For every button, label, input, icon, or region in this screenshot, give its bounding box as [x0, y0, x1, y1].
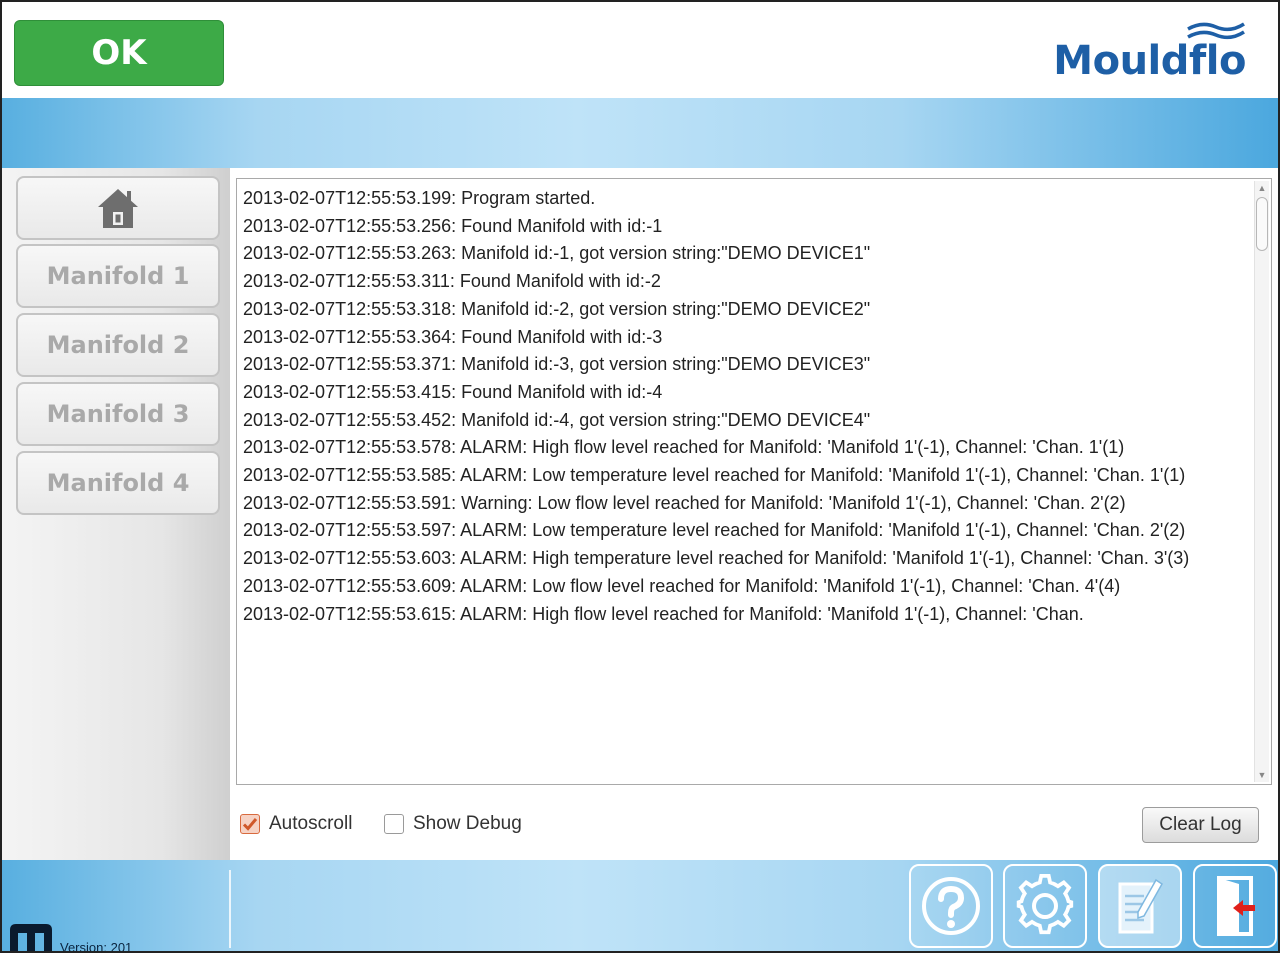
- autoscroll-label: Autoscroll: [269, 813, 353, 834]
- sidebar-item-manifold-2[interactable]: Manifold 2: [16, 313, 220, 377]
- home-icon: [98, 189, 138, 228]
- version-label: Version: 201: [60, 940, 133, 953]
- log-line: 2013-02-07T12:55:53.256: Found Manifold …: [243, 215, 663, 236]
- scroll-down-icon[interactable]: ▼: [1255, 768, 1269, 782]
- show-debug-box-icon[interactable]: [384, 814, 404, 834]
- autoscroll-check-icon[interactable]: [240, 814, 260, 834]
- title-band: [2, 98, 1278, 168]
- app-window: OK Mouldflo Manifold 1 Manifold 2 Manifo…: [0, 0, 1280, 953]
- sidebar-item-manifold-4[interactable]: Manifold 4: [16, 451, 220, 515]
- help-icon: [922, 877, 980, 935]
- log-line: 2013-02-07T12:55:53.364: Found Manifold …: [243, 326, 663, 347]
- log-line: 2013-02-07T12:55:53.578: ALARM: High flo…: [243, 437, 1125, 458]
- log-list: 2013-02-07T12:55:53.199: Program started…: [243, 185, 1247, 628]
- log-line: 2013-02-07T12:55:53.603: ALARM: High tem…: [243, 548, 1190, 569]
- footer-bar: Version: 201: [2, 860, 1278, 953]
- autoscroll-checkbox[interactable]: Autoscroll: [240, 812, 352, 836]
- settings-button[interactable]: [1003, 864, 1087, 948]
- log-line: 2013-02-07T12:55:53.263: Manifold id:-1,…: [243, 243, 871, 264]
- log-button[interactable]: [1098, 864, 1182, 948]
- log-line: 2013-02-07T12:55:53.311: Found Manifold …: [243, 271, 661, 292]
- scroll-thumb[interactable]: [1256, 197, 1268, 251]
- log-line: 2013-02-07T12:55:53.597: ALARM: Low temp…: [243, 520, 1186, 541]
- log-panel[interactable]: 2013-02-07T12:55:53.199: Program started…: [236, 178, 1272, 785]
- log-line: 2013-02-07T12:55:53.615: ALARM: High flo…: [243, 603, 1084, 624]
- log-line: 2013-02-07T12:55:53.199: Program started…: [243, 188, 596, 208]
- sidebar-item-home[interactable]: [16, 176, 220, 240]
- footer-divider: [229, 870, 231, 948]
- show-debug-checkbox[interactable]: Show Debug: [384, 812, 522, 836]
- log-line: 2013-02-07T12:55:53.591: Warning: Low fl…: [243, 492, 1126, 513]
- sidebar-item-manifold-1[interactable]: Manifold 1: [16, 244, 220, 308]
- help-button[interactable]: [909, 864, 993, 948]
- log-line: 2013-02-07T12:55:53.452: Manifold id:-4,…: [243, 409, 871, 430]
- mouldflo-m-logo-icon: [10, 924, 52, 951]
- log-line: 2013-02-07T12:55:53.585: ALARM: Low temp…: [243, 465, 1186, 486]
- log-icon: [1118, 878, 1163, 934]
- log-line: 2013-02-07T12:55:53.609: ALARM: Low flow…: [243, 575, 1121, 596]
- ok-button[interactable]: OK: [14, 20, 224, 86]
- log-line: 2013-02-07T12:55:53.371: Manifold id:-3,…: [243, 354, 871, 375]
- scroll-up-icon[interactable]: ▲: [1255, 181, 1269, 195]
- show-debug-label: Show Debug: [413, 813, 522, 834]
- log-line: 2013-02-07T12:55:53.415: Found Manifold …: [243, 381, 663, 402]
- log-line: 2013-02-07T12:55:53.318: Manifold id:-2,…: [243, 298, 871, 319]
- exit-icon: [1217, 876, 1255, 936]
- gear-icon: [1016, 874, 1074, 935]
- log-scrollbar[interactable]: ▲ ▼: [1254, 181, 1269, 782]
- logo-text: Mouldflo: [1053, 38, 1246, 84]
- exit-button[interactable]: [1193, 864, 1277, 948]
- mouldflo-logo: Mouldflo: [1016, 20, 1246, 86]
- sidebar-item-manifold-3[interactable]: Manifold 3: [16, 382, 220, 446]
- clear-log-button[interactable]: Clear Log: [1142, 807, 1259, 843]
